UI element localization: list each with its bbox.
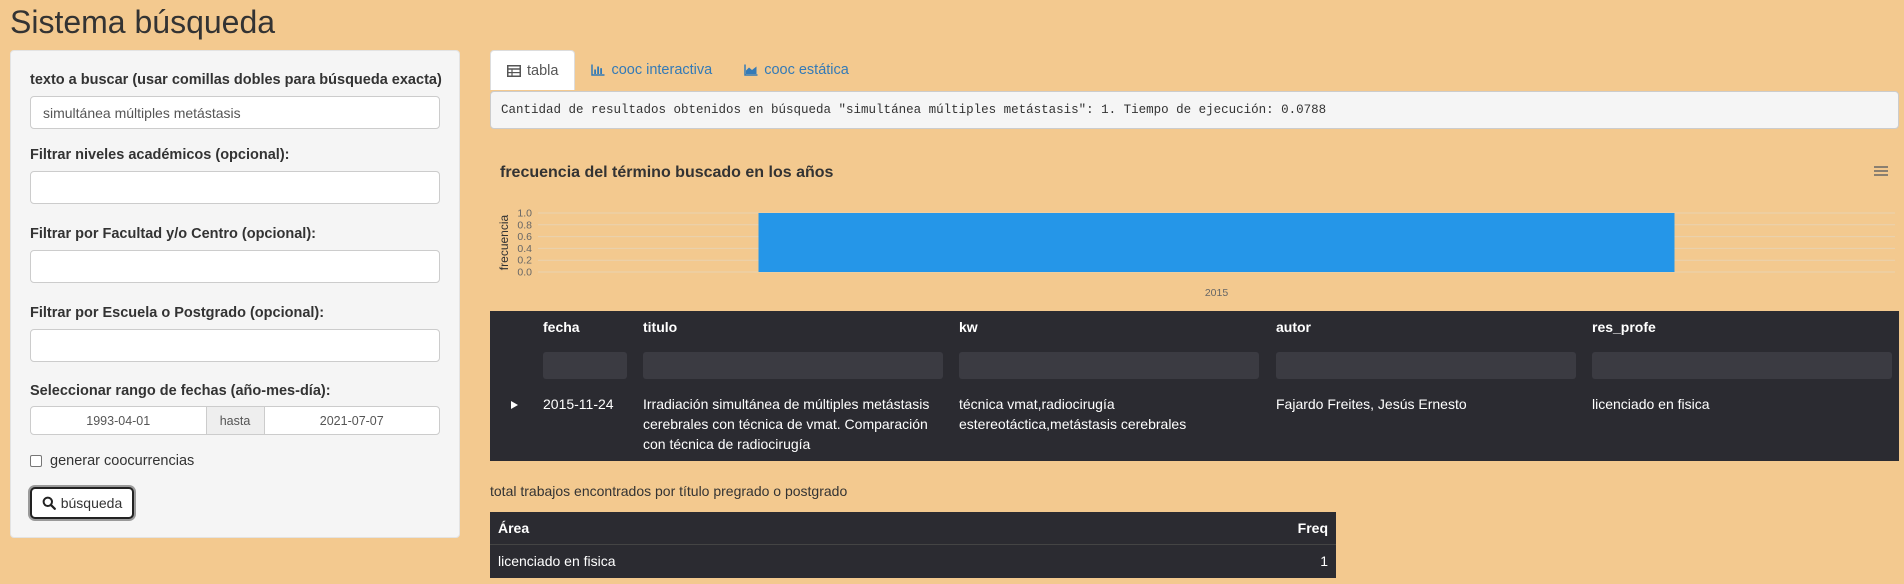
cooc-checkbox-row[interactable]: generar coocurrencias xyxy=(30,453,194,469)
niveles-input[interactable] xyxy=(30,171,440,204)
y-tick-label: 0.4 xyxy=(517,243,532,255)
area-chart-icon xyxy=(744,64,758,76)
y-tick-label: 0.8 xyxy=(517,219,532,231)
expand-row-icon[interactable] xyxy=(511,401,518,409)
niveles-label: Filtrar niveles académicos (opcional): xyxy=(30,147,290,163)
results-table: fecha titulo kw autor res_profe 2015-11-… xyxy=(490,311,1899,461)
cooc-checkbox[interactable] xyxy=(30,455,42,467)
app-title: Sistema búsqueda xyxy=(10,4,276,40)
cell-titulo-line: Irradiación simultánea de múltiples metá… xyxy=(643,396,930,412)
freq-table: Área Freq licenciado en fisica 1 xyxy=(490,512,1336,578)
search-button[interactable]: búsqueda xyxy=(30,487,134,519)
cell-titulo-line: cerebrales con técnica de vmat. Comparac… xyxy=(643,416,928,432)
x-tick-label: 2015 xyxy=(1205,287,1229,299)
search-text-label: texto a buscar (usar comillas dobles par… xyxy=(30,72,442,88)
filter-titulo-input[interactable] xyxy=(643,352,943,379)
hamburger-menu-icon[interactable] xyxy=(1873,164,1889,178)
table-icon xyxy=(507,64,521,77)
tab-tabla-label: tabla xyxy=(527,62,559,79)
y-axis-label: frecuencia xyxy=(497,214,511,270)
table-row[interactable]: 2015-11-24 Irradiación simultánea de múl… xyxy=(490,393,1899,461)
search-icon xyxy=(42,496,56,510)
filter-autor-input[interactable] xyxy=(1276,352,1576,379)
sidebar-panel: texto a buscar (usar comillas dobles par… xyxy=(10,50,460,538)
column-header-res-profe[interactable]: res_profe xyxy=(1592,319,1656,335)
column-header-area: Área xyxy=(498,520,530,536)
cell-titulo-line: con técnica de radiocirugía xyxy=(643,436,811,452)
freq-table-caption: total trabajos encontrados por título pr… xyxy=(490,483,848,499)
cooc-checkbox-label: generar coocurrencias xyxy=(50,453,195,469)
cell-res-profe: licenciado en fisica xyxy=(1592,396,1710,412)
facultad-label: Filtrar por Facultad y/o Centro (opciona… xyxy=(30,226,316,242)
escuela-label: Filtrar por Escuela o Postgrado (opciona… xyxy=(30,305,325,321)
tab-cooc-estatica-label: cooc estática xyxy=(764,62,849,78)
date-range-picker: hasta xyxy=(30,406,440,435)
cell-titulo: Irradiación simultánea de múltiples metá… xyxy=(643,394,943,454)
freq-table-header: Área Freq xyxy=(490,512,1336,545)
cell-area: licenciado en fisica xyxy=(498,553,616,569)
facultad-input[interactable] xyxy=(30,250,440,283)
tab-cooc-interactiva-label: cooc interactiva xyxy=(611,62,713,78)
bar xyxy=(758,213,1675,272)
filter-fecha-input[interactable] xyxy=(543,352,627,379)
end-date-input[interactable] xyxy=(263,406,440,435)
cell-kw: técnica vmat,radiocirugía estereotáctica… xyxy=(959,394,1259,434)
tab-bar: tabla cooc interactiva cooc estática xyxy=(490,50,1904,90)
tab-tabla[interactable]: tabla xyxy=(490,50,576,90)
results-table-header: fecha titulo kw autor res_profe xyxy=(490,311,1899,345)
date-range-label: Seleccionar rango de fechas (año-mes-día… xyxy=(30,383,331,399)
search-button-label: búsqueda xyxy=(60,495,123,511)
y-tick-label: 0.2 xyxy=(517,255,532,267)
cell-kw-line: técnica vmat,radiocirugía xyxy=(959,396,1115,412)
column-header-kw[interactable]: kw xyxy=(959,319,978,335)
bar-chart-icon xyxy=(591,64,605,76)
column-header-autor[interactable]: autor xyxy=(1276,319,1311,335)
frequency-bar-chart: 0.00.20.40.60.81.0 2015 frecuencia xyxy=(497,208,1895,299)
column-header-fecha[interactable]: fecha xyxy=(543,319,580,335)
cell-fecha: 2015-11-24 xyxy=(543,396,614,412)
y-tick-label: 0.0 xyxy=(517,267,532,279)
results-summary-output: Cantidad de resultados obtenidos en búsq… xyxy=(490,91,1899,129)
tab-cooc-estatica[interactable]: cooc estática xyxy=(728,50,865,90)
filter-kw-input[interactable] xyxy=(959,352,1259,379)
column-header-freq: Freq xyxy=(1297,520,1328,536)
tab-cooc-interactiva[interactable]: cooc interactiva xyxy=(575,50,728,90)
y-tick-label: 1.0 xyxy=(517,208,532,220)
search-text-input[interactable] xyxy=(30,96,440,129)
start-date-input[interactable] xyxy=(30,406,207,435)
filter-res-profe-input[interactable] xyxy=(1592,352,1892,379)
cell-autor: Fajardo Freites, Jesús Ernesto xyxy=(1276,396,1467,412)
date-range-separator: hasta xyxy=(206,406,264,435)
column-header-titulo[interactable]: titulo xyxy=(643,319,677,335)
chart-title: frecuencia del término buscado en los añ… xyxy=(500,164,834,181)
cell-kw-line: estereotáctica,metástasis cerebrales xyxy=(959,416,1187,432)
table-row: licenciado en fisica 1 xyxy=(490,545,1336,578)
escuela-input[interactable] xyxy=(30,329,440,362)
y-tick-label: 0.6 xyxy=(517,231,532,243)
cell-freq: 1 xyxy=(1320,553,1328,569)
